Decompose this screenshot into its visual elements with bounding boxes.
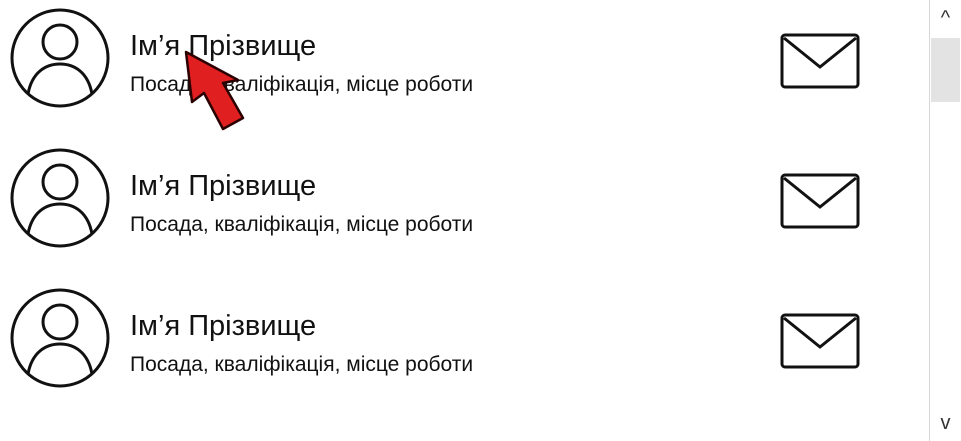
contact-description: Посада, кваліфікація, місце роботи [130,353,474,376]
contact-row[interactable]: Ім’я Прізвище Посада, кваліфікація, місц… [0,0,925,140]
envelope-icon[interactable] [780,33,860,89]
contact-list: Ім’я Прізвище Посада, кваліфікація, місц… [0,0,925,441]
contact-name: Ім’я Прізвище [130,310,317,342]
contact-name: Ім’я Прізвище [130,170,317,202]
contact-description: Посада, кваліфікація, місце роботи [130,73,474,96]
contact-name: Ім’я Прізвище [130,30,317,62]
scroll-up-arrow-icon: ^ [940,6,951,29]
user-avatar-icon [10,148,110,248]
contact-row[interactable]: Ім’я Прізвище Посада, кваліфікація, місц… [0,280,925,420]
contact-row[interactable]: Ім’я Прізвище Посада, кваліфікація, місц… [0,140,925,280]
scroll-down-button[interactable]: v [930,405,961,441]
user-avatar-icon [10,8,110,108]
vertical-scrollbar[interactable]: ^ v [929,0,961,441]
envelope-icon[interactable] [780,173,860,229]
scrollbar-thumb[interactable] [931,38,960,102]
contact-description: Посада, кваліфікація, місце роботи [130,213,474,236]
envelope-icon[interactable] [780,313,860,369]
user-avatar-icon [10,288,110,388]
scroll-up-button[interactable]: ^ [930,0,961,36]
scroll-down-arrow-icon: v [940,411,951,434]
